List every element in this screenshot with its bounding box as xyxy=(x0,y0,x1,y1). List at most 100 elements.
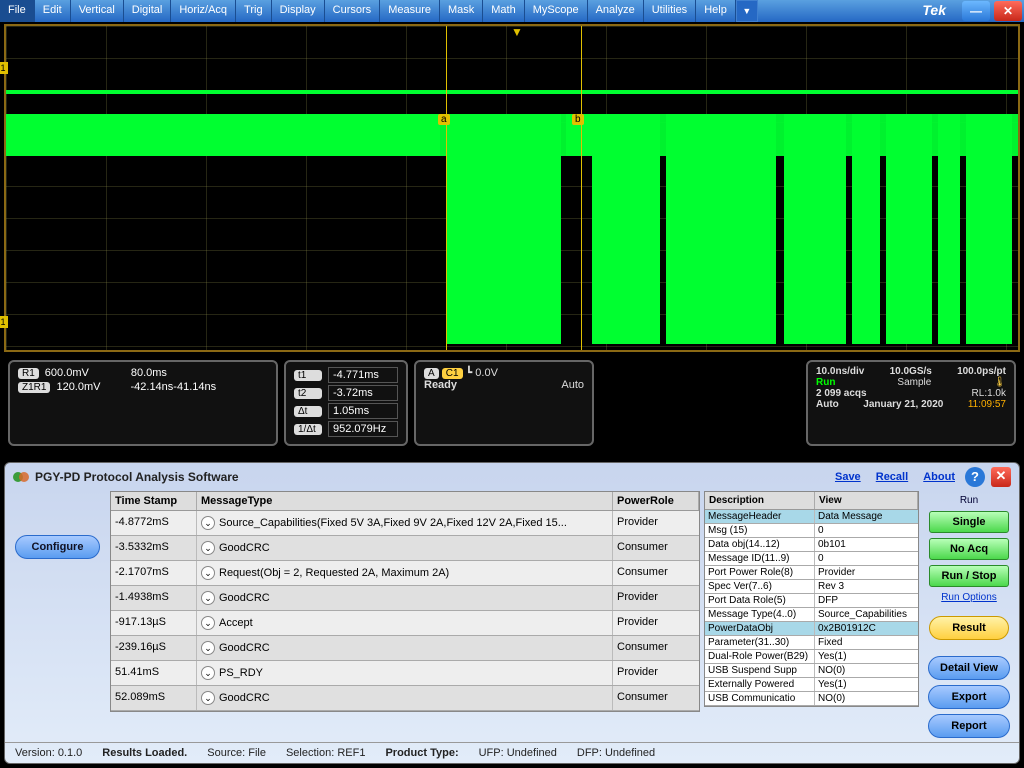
thermometer-icon: 🌡 xyxy=(993,377,1006,388)
cell-timestamp: 51.41mS xyxy=(111,661,197,685)
menu-analyze[interactable]: Analyze xyxy=(588,0,644,22)
desc-row[interactable]: Parameter(31..30)Fixed xyxy=(705,636,918,650)
desc-row[interactable]: Port Data Role(5)DFP xyxy=(705,594,918,608)
configure-button[interactable]: Configure xyxy=(15,535,100,559)
col-description[interactable]: Description xyxy=(705,492,815,509)
acq-rl: RL:1.0k xyxy=(972,388,1006,399)
message-table[interactable]: Time Stamp MessageType PowerRole -4.8772… xyxy=(110,491,700,712)
about-link[interactable]: About xyxy=(923,471,955,483)
save-link[interactable]: Save xyxy=(835,471,861,483)
runstop-button[interactable]: Run / Stop xyxy=(929,565,1009,587)
chevron-down-icon[interactable]: ⌄ xyxy=(201,641,215,655)
status-bar: Version: 0.1.0 Results Loaded. Source: F… xyxy=(5,742,1019,763)
col-view[interactable]: View xyxy=(815,492,918,509)
desc-key: Msg (15) xyxy=(705,524,815,537)
single-button[interactable]: Single xyxy=(929,511,1009,533)
description-table[interactable]: Description View MessageHeaderData Messa… xyxy=(704,491,919,707)
table-row[interactable]: -1.4938mS⌄GoodCRCProvider xyxy=(111,586,699,611)
table-row[interactable]: 52.089mS⌄GoodCRCConsumer xyxy=(111,686,699,711)
desc-row[interactable]: Message Type(4..0)Source_Capabilities xyxy=(705,608,918,622)
chevron-down-icon[interactable]: ⌄ xyxy=(201,591,215,605)
table-row[interactable]: 51.41mS⌄PS_RDYProvider xyxy=(111,661,699,686)
menu-measure[interactable]: Measure xyxy=(380,0,440,22)
cursor-a-line[interactable] xyxy=(446,26,447,350)
idt-val: 952.079Hz xyxy=(328,421,398,437)
cell-powerrole: Provider xyxy=(613,511,699,535)
runoptions-link[interactable]: Run Options xyxy=(941,592,997,603)
recall-link[interactable]: Recall xyxy=(876,471,908,483)
desc-row[interactable]: Port Power Role(8)Provider xyxy=(705,566,918,580)
desc-row[interactable]: Message ID(11..9)0 xyxy=(705,552,918,566)
col-powerrole[interactable]: PowerRole xyxy=(613,492,699,510)
result-button[interactable]: Result xyxy=(929,616,1009,640)
menu-myscope[interactable]: MyScope xyxy=(525,0,588,22)
desc-value: NO(0) xyxy=(815,664,918,677)
cursor-b-line[interactable] xyxy=(581,26,582,350)
desc-value: Yes(1) xyxy=(815,678,918,691)
desc-row[interactable]: Externally PoweredYes(1) xyxy=(705,678,918,692)
chevron-down-icon[interactable]: ⌄ xyxy=(201,691,215,705)
menu-utilities[interactable]: Utilities xyxy=(644,0,696,22)
menu-edit[interactable]: Edit xyxy=(35,0,71,22)
help-button[interactable]: ? xyxy=(965,467,985,487)
desc-row[interactable]: USB Suspend SuppNO(0) xyxy=(705,664,918,678)
desc-row[interactable]: Data obj(14..12)0b101 xyxy=(705,538,918,552)
chevron-down-icon[interactable]: ⌄ xyxy=(201,666,215,680)
z1-vdiv: 120.0mV xyxy=(56,381,100,393)
detailview-button[interactable]: Detail View xyxy=(928,656,1010,680)
t1-val: -4.771ms xyxy=(328,367,398,383)
table-row[interactable]: -2.1707mS⌄Request(Obj = 2, Requested 2A,… xyxy=(111,561,699,586)
menu-horizacq[interactable]: Horiz/Acq xyxy=(171,0,236,22)
menu-help[interactable]: Help xyxy=(696,0,736,22)
menu-vertical[interactable]: Vertical xyxy=(71,0,124,22)
menu-math[interactable]: Math xyxy=(483,0,524,22)
desc-row[interactable]: Msg (15)0 xyxy=(705,524,918,538)
menu-mask[interactable]: Mask xyxy=(440,0,483,22)
ref-marker-r1: R1 xyxy=(0,62,8,74)
cursor-b-tag: b xyxy=(572,114,584,125)
desc-row[interactable]: MessageHeaderData Message xyxy=(705,510,918,524)
table-row[interactable]: -3.5332mS⌄GoodCRCConsumer xyxy=(111,536,699,561)
col-timestamp[interactable]: Time Stamp xyxy=(111,492,197,510)
desc-row[interactable]: Dual-Role Power(B29)Yes(1) xyxy=(705,650,918,664)
desc-value: 0x2B01912C xyxy=(815,622,918,635)
middle-column: Time Stamp MessageType PowerRole -4.8772… xyxy=(110,491,919,742)
menu-file[interactable]: File xyxy=(0,0,35,22)
analysis-title: PGY-PD Protocol Analysis Software xyxy=(35,470,239,484)
chevron-down-icon[interactable]: ⌄ xyxy=(201,541,215,555)
menu-display[interactable]: Display xyxy=(272,0,325,22)
table-row[interactable]: -239.16µS⌄GoodCRCConsumer xyxy=(111,636,699,661)
cell-powerrole: Consumer xyxy=(613,536,699,560)
minimize-button[interactable]: — xyxy=(962,1,990,21)
chevron-down-icon[interactable]: ⌄ xyxy=(201,616,215,630)
desc-value: NO(0) xyxy=(815,692,918,705)
menu-trig[interactable]: Trig xyxy=(236,0,272,22)
col-messagetype[interactable]: MessageType xyxy=(197,492,613,510)
noacq-button[interactable]: No Acq xyxy=(929,538,1009,560)
chevron-down-icon[interactable]: ⌄ xyxy=(201,516,215,530)
acq-res: 100.0ps/pt xyxy=(957,366,1006,377)
desc-row[interactable]: PowerDataObj0x2B01912C xyxy=(705,622,918,636)
waveform-display[interactable]: R1 R1 ▼ a b xyxy=(4,24,1020,352)
cell-timestamp: -239.16µS xyxy=(111,636,197,660)
desc-row[interactable]: USB CommunicatioNO(0) xyxy=(705,692,918,706)
menu-cursors[interactable]: Cursors xyxy=(325,0,381,22)
table-row[interactable]: -4.8772mS⌄Source_Capabilities(Fixed 5V 3… xyxy=(111,511,699,536)
analysis-close-button[interactable]: ✕ xyxy=(991,467,1011,487)
chevron-down-icon[interactable]: ⌄ xyxy=(201,566,215,580)
close-button[interactable]: ✕ xyxy=(994,1,1022,21)
desc-key: Message Type(4..0) xyxy=(705,608,815,621)
cell-timestamp: 52.089mS xyxy=(111,686,197,710)
cell-timestamp: -1.4938mS xyxy=(111,586,197,610)
desc-row[interactable]: Spec Ver(7..6)Rev 3 xyxy=(705,580,918,594)
trig-ready: Ready xyxy=(424,379,457,391)
menu-dropdown-icon[interactable]: ▼ xyxy=(736,0,758,22)
report-button[interactable]: Report xyxy=(928,714,1010,738)
cell-powerrole: Consumer xyxy=(613,636,699,660)
export-button[interactable]: Export xyxy=(928,685,1010,709)
cell-powerrole: Consumer xyxy=(613,561,699,585)
desc-value: Provider xyxy=(815,566,918,579)
acq-tdiv: 10.0ns/div xyxy=(816,366,864,377)
menu-digital[interactable]: Digital xyxy=(124,0,172,22)
table-row[interactable]: -917.13µS⌄AcceptProvider xyxy=(111,611,699,636)
